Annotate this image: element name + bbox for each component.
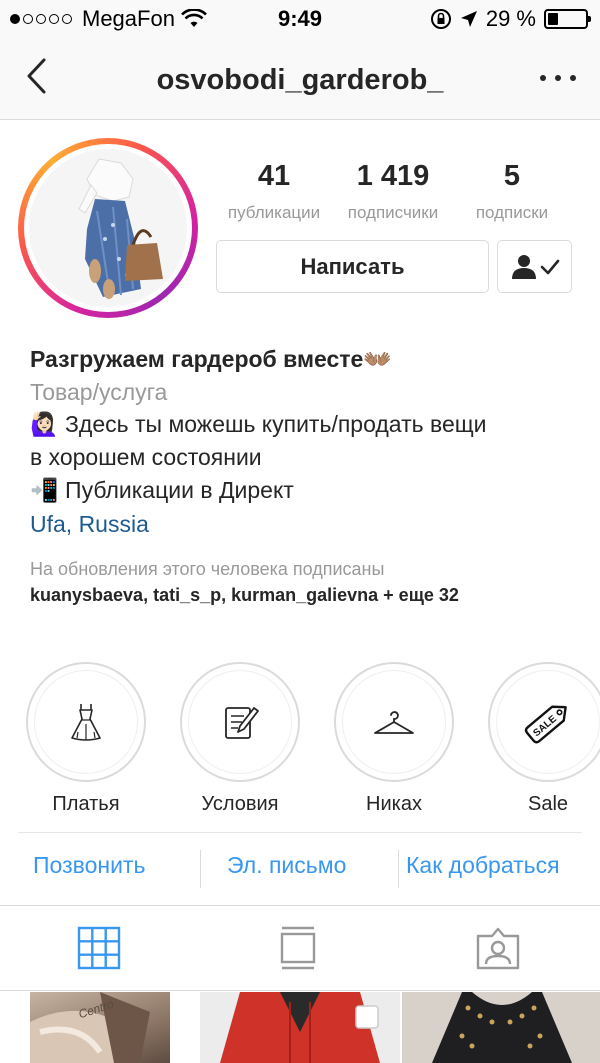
highlight-label: Платья [52,793,120,815]
rotation-lock-icon [430,9,451,29]
phone-arrow-emoji: 📲 [30,477,59,503]
profile-category: Товар/услуга [30,379,168,405]
followed-by[interactable]: На обновления этого человека подписаны k… [30,556,575,608]
display-name-text: Разгружаем гардероб вместе [30,346,364,372]
bio-line-3-text: Публикации в Директ [65,477,294,503]
avatar-image [29,149,187,307]
contact-separator [398,850,399,888]
posts-count: 41 [257,160,291,192]
battery-icon [544,9,591,29]
highlight-terms[interactable]: Условия [178,662,302,816]
post-thumbnail[interactable] [402,992,600,1063]
stat-followers[interactable]: 1 419 подписчики [332,160,454,223]
contact-separator [200,850,201,888]
profile-display-name: Разгружаем гардероб вместе👐🏽 [30,342,590,376]
nav-bar: osvobodi_garderob_ [0,38,600,120]
sale-tag-icon: SALE [524,705,567,744]
call-button[interactable]: Позвонить [33,852,145,879]
battery-percent: 29 % [485,6,536,31]
profile-bio: Разгружаем гардероб вместе👐🏽 Товар/услуг… [30,342,590,541]
following-check-icon [511,254,559,279]
highlight-label: Условия [201,793,279,815]
following-label: подписки [475,203,549,222]
followers-label: подписчики [347,203,439,222]
tab-tagged[interactable] [476,926,522,972]
hanger-icon [374,711,414,734]
email-button[interactable]: Эл. письмо [227,852,346,879]
location-link[interactable]: Ufa, Russia [30,507,590,541]
profile-username: osvobodi_garderob_ [156,64,444,96]
directions-button[interactable]: Как добраться [406,852,560,879]
document-edit-icon [225,707,259,739]
post-thumbnail[interactable]: Centro [30,992,170,1063]
profile-avatar[interactable] [18,138,198,318]
highlight-label: Sale [527,793,569,815]
bio-line-1: 🙋🏻‍♀️ Здесь ты можешь купить/продать вещ… [30,408,590,441]
dress-icon [71,704,101,741]
posts-label: публикации [227,203,321,222]
tab-grid[interactable] [77,926,123,972]
palms-emoji: 👐🏽 [363,346,392,372]
followed-by-names: kuanysbaeva, tati_s_p, kurman_galievna [30,585,379,605]
more-button[interactable] [540,60,576,96]
contact-actions: Позвонить Эл. письмо Как добраться [0,834,600,904]
highlight-nikah[interactable]: Никах [332,662,456,816]
post-thumbnail[interactable] [200,992,400,1063]
highlight-label: Никах [366,793,422,815]
bio-line-3: 📲 Публикации в Директ [30,474,590,507]
status-right: 29 % [430,6,591,32]
following-button[interactable] [497,240,572,293]
grid-icon [77,926,121,970]
stat-posts[interactable]: 41 публикации [214,160,334,223]
person-raising-hand-emoji: 🙋🏻‍♀️ [30,411,59,437]
profile-tabs [0,905,600,991]
message-button[interactable]: Написать [216,240,489,293]
highlight-sale[interactable]: SALE Sale [486,662,600,816]
profile-stats: 41 публикации 1 419 подписчики 5 подписк… [214,160,574,230]
feed-icon [280,926,316,970]
stat-following[interactable]: 5 подписки [454,160,570,223]
followers-count: 1 419 [356,160,430,192]
highlight-dresses[interactable]: Платья [24,662,148,816]
more-icon [540,75,546,81]
bio-line-1-text: Здесь ты можешь купить/продать вещи [65,411,487,437]
bio-line-2: в хорошем состоянии [30,444,262,470]
status-bar: MegaFon 9:49 29 % [0,0,600,38]
followed-by-prefix: На обновления этого человека подписаны [30,559,385,579]
followed-by-more: + еще 32 [378,585,459,605]
tagged-icon [476,927,520,970]
location-arrow-icon [460,11,477,27]
carousel-icon [355,1005,379,1029]
tab-feed[interactable] [276,926,322,972]
section-divider [18,832,582,833]
following-count: 5 [503,160,521,192]
